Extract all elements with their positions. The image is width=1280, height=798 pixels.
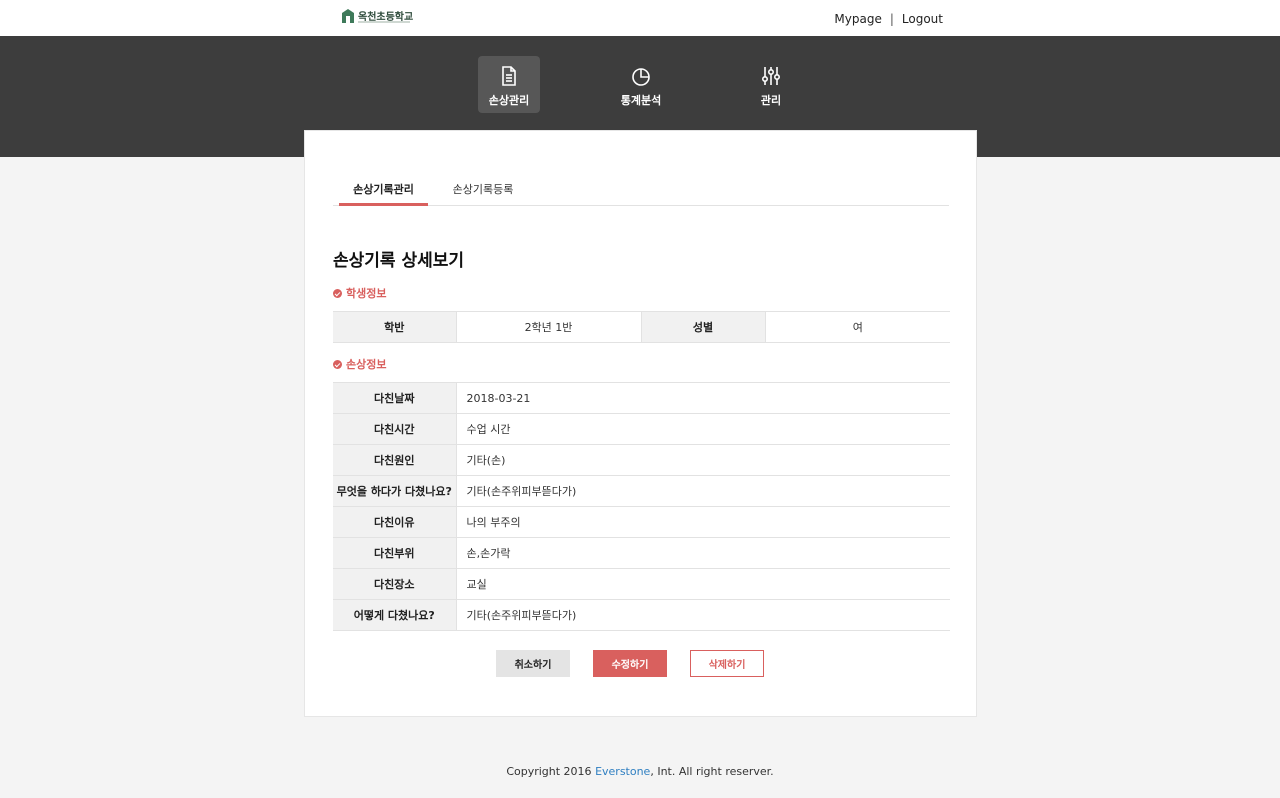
row-value: 나의 부주의 <box>455 506 950 538</box>
link-separator: | <box>889 12 894 26</box>
row-label: 다친부위 <box>333 537 456 569</box>
student-info-table: 학반 2학년 1반 성별 여 <box>333 311 950 343</box>
check-circle-icon <box>333 288 342 298</box>
table-row: 다친날짜 2018-03-21 <box>333 382 950 414</box>
cancel-button[interactable]: 취소하기 <box>496 650 570 677</box>
nav-item-statistics[interactable]: 통계분석 <box>610 56 672 113</box>
injury-info-table: 다친날짜 2018-03-21 다친시간 수업 시간 다친원인 기타(손) 무엇… <box>333 382 950 631</box>
class-value: 2학년 1반 <box>455 311 642 343</box>
section-title-text: 손상정보 <box>346 358 387 371</box>
tab-injury-records[interactable]: 손상기록관리 <box>339 175 428 206</box>
table-row: 다친이유 나의 부주의 <box>333 506 950 538</box>
account-links: Mypage | Logout <box>834 12 943 26</box>
logout-link[interactable]: Logout <box>902 12 943 26</box>
row-value: 기타(손주위피부뜯다가) <box>455 599 950 631</box>
table-row: 학반 2학년 1반 성별 여 <box>333 311 950 343</box>
pie-chart-icon <box>632 68 650 86</box>
nav-label: 관리 <box>760 94 782 107</box>
table-row: 무엇을 하다가 다쳤나요? 기타(손주위피부뜯다가) <box>333 475 950 507</box>
document-icon <box>502 66 516 86</box>
table-row: 다친원인 기타(손) <box>333 444 950 476</box>
table-row: 어떻게 다쳤나요? 기타(손주위피부뜯다가) <box>333 599 950 631</box>
class-label: 학반 <box>333 311 456 343</box>
row-label: 다친원인 <box>333 444 456 476</box>
student-section-title: 학생정보 <box>333 285 386 301</box>
gender-label: 성별 <box>641 311 765 343</box>
gender-value: 여 <box>764 311 950 343</box>
row-value: 기타(손주위피부뜯다가) <box>455 475 950 507</box>
section-title-text: 학생정보 <box>346 287 387 300</box>
mypage-link[interactable]: Mypage <box>834 12 881 26</box>
injury-section-title: 손상정보 <box>333 356 386 372</box>
school-emblem-icon <box>342 8 354 23</box>
footer: Copyright 2016 Everstone, Int. All right… <box>0 765 1280 778</box>
sub-tabs: 손상기록관리 손상기록등록 <box>333 175 949 206</box>
row-label: 다친시간 <box>333 413 456 445</box>
nav-item-injury-management[interactable]: 손상관리 <box>478 56 540 113</box>
table-row: 다친시간 수업 시간 <box>333 413 950 445</box>
page-title: 손상기록 상세보기 <box>333 251 465 271</box>
edit-button[interactable]: 수정하기 <box>593 650 667 677</box>
tab-injury-register[interactable]: 손상기록등록 <box>443 175 523 206</box>
table-row: 다친장소 교실 <box>333 568 950 600</box>
logo-underline <box>358 21 410 23</box>
copyright-suffix: , Int. All right reserver. <box>650 765 774 778</box>
sliders-icon <box>761 67 781 85</box>
row-value: 교실 <box>455 568 950 600</box>
row-label: 다친장소 <box>333 568 456 600</box>
row-label: 다친이유 <box>333 506 456 538</box>
copyright-prefix: Copyright 2016 <box>506 765 596 778</box>
row-value: 2018-03-21 <box>455 382 950 414</box>
row-value: 손,손가락 <box>455 537 950 569</box>
row-label: 다친날짜 <box>333 382 456 414</box>
content-card: 손상기록관리 손상기록등록 손상기록 상세보기 학생정보 학반 2학년 1반 성… <box>304 130 977 717</box>
nav-item-admin[interactable]: 관리 <box>740 56 802 113</box>
delete-button[interactable]: 삭제하기 <box>690 650 764 677</box>
table-row: 다친부위 손,손가락 <box>333 537 950 569</box>
check-circle-icon <box>333 359 342 369</box>
nav-label: 통계분석 <box>620 94 662 107</box>
nav-label: 손상관리 <box>488 94 530 107</box>
school-logo[interactable]: 옥천초등학교 <box>342 8 413 23</box>
row-label: 무엇을 하다가 다쳤나요? <box>333 475 456 507</box>
row-label: 어떻게 다쳤나요? <box>333 599 456 631</box>
row-value: 기타(손) <box>455 444 950 476</box>
row-value: 수업 시간 <box>455 413 950 445</box>
brand-name: Everstone <box>595 765 651 778</box>
top-bar: 옥천초등학교 Mypage | Logout <box>0 0 1280 36</box>
